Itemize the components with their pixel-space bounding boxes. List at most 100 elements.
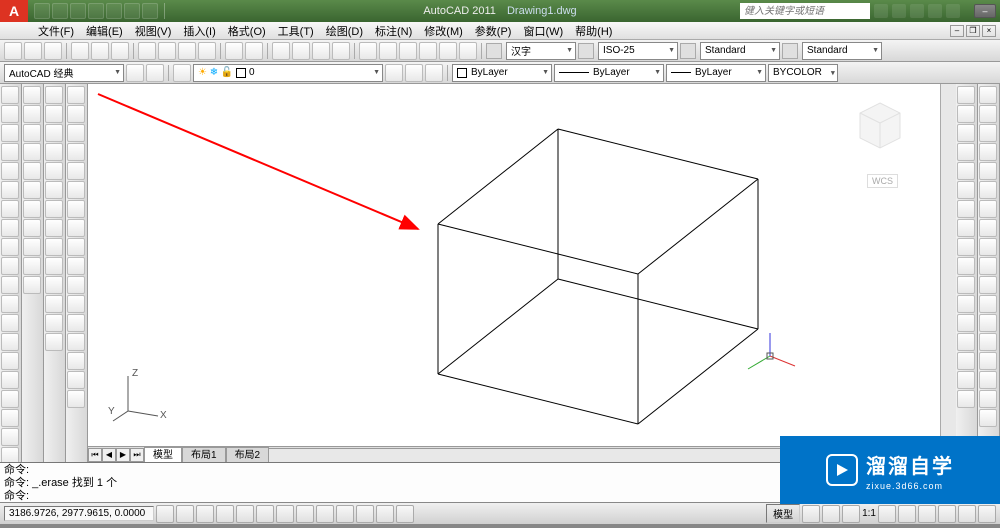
helix-icon[interactable] [67, 219, 85, 237]
vscrollbar[interactable] [940, 84, 956, 462]
stretch-icon[interactable] [957, 238, 975, 256]
presspull-icon[interactable] [67, 276, 85, 294]
explode-icon[interactable] [957, 390, 975, 408]
paste-icon[interactable] [178, 42, 196, 60]
drawing-canvas[interactable]: WCS X Y Z [88, 84, 940, 446]
c10-icon[interactable] [45, 257, 63, 275]
tab-first-icon[interactable]: ⏮ [88, 448, 102, 462]
se14-icon[interactable] [979, 333, 997, 351]
annoscale-icon[interactable] [842, 505, 860, 523]
se15-icon[interactable] [979, 352, 997, 370]
do11-icon[interactable] [23, 276, 41, 294]
undo-icon[interactable] [225, 42, 243, 60]
search-icon[interactable] [874, 4, 888, 18]
point-icon[interactable] [1, 333, 19, 351]
c9-icon[interactable] [45, 238, 63, 256]
se3-icon[interactable] [979, 124, 997, 142]
wedge-icon[interactable] [67, 105, 85, 123]
toolbar-lock-icon[interactable] [918, 505, 936, 523]
do3-icon[interactable] [23, 124, 41, 142]
mdi-close-button[interactable]: × [982, 25, 996, 37]
qat-new-icon[interactable] [34, 3, 50, 19]
do5-icon[interactable] [23, 162, 41, 180]
wcs-label[interactable]: WCS [867, 174, 898, 188]
cylinder-icon[interactable] [67, 162, 85, 180]
clean-screen-icon[interactable] [978, 505, 996, 523]
menu-modify[interactable]: 修改(M) [418, 23, 469, 39]
c8-icon[interactable] [45, 219, 63, 237]
do9-icon[interactable] [23, 238, 41, 256]
text-style-dropdown[interactable]: 汉字 [506, 42, 576, 60]
zoom-previous-icon[interactable] [332, 42, 350, 60]
minimize-button[interactable]: – [974, 4, 996, 18]
se9-icon[interactable] [979, 238, 997, 256]
quickcalc-icon[interactable] [459, 42, 477, 60]
preview-icon[interactable] [91, 42, 109, 60]
zoom-icon[interactable] [292, 42, 310, 60]
tool-palettes-icon[interactable] [399, 42, 417, 60]
tab-prev-icon[interactable]: ◀ [102, 448, 116, 462]
tab-layout1[interactable]: 布局1 [182, 447, 226, 462]
viewcube[interactable] [850, 98, 910, 158]
c13-icon[interactable] [45, 314, 63, 332]
join-icon[interactable] [957, 333, 975, 351]
polygon-icon[interactable] [1, 143, 19, 161]
ducs-toggle[interactable] [296, 505, 314, 523]
menu-dimension[interactable]: 标注(N) [369, 23, 418, 39]
break2-icon[interactable] [957, 314, 975, 332]
subscription-icon[interactable] [892, 4, 906, 18]
arc-icon[interactable] [1, 181, 19, 199]
polar-toggle[interactable] [216, 505, 234, 523]
trim-icon[interactable] [957, 257, 975, 275]
grid-toggle[interactable] [176, 505, 194, 523]
xline-icon[interactable] [1, 105, 19, 123]
array-icon[interactable] [957, 162, 975, 180]
box-icon[interactable] [67, 86, 85, 104]
tab-model[interactable]: 模型 [144, 447, 182, 462]
zoom-window-icon[interactable] [312, 42, 330, 60]
se16-icon[interactable] [979, 371, 997, 389]
c14-icon[interactable] [45, 333, 63, 351]
plotstyle-dropdown[interactable]: BYCOLOR [768, 64, 838, 82]
planar-icon[interactable] [67, 238, 85, 256]
spline-icon[interactable] [1, 238, 19, 256]
scale-icon[interactable] [957, 219, 975, 237]
publish-icon[interactable] [111, 42, 129, 60]
tab-next-icon[interactable]: ▶ [116, 448, 130, 462]
model-space-label[interactable]: 模型 [766, 504, 800, 523]
3dosnap-toggle[interactable] [256, 505, 274, 523]
annovis-icon[interactable] [878, 505, 896, 523]
quickview-drawings-icon[interactable] [822, 505, 840, 523]
polyline-icon[interactable] [1, 124, 19, 142]
menu-window[interactable]: 窗口(W) [517, 23, 569, 39]
c6-icon[interactable] [45, 181, 63, 199]
rotate-icon[interactable] [957, 200, 975, 218]
qat-open-icon[interactable] [52, 3, 68, 19]
annoscale-value[interactable]: 1:1 [862, 508, 876, 519]
qat-redo-icon[interactable] [142, 3, 158, 19]
tablestyle-icon[interactable] [680, 43, 696, 59]
loft-icon[interactable] [67, 333, 85, 351]
hatch-icon[interactable] [1, 352, 19, 370]
copy2-icon[interactable] [957, 105, 975, 123]
ellipse-icon[interactable] [1, 257, 19, 275]
sphere-icon[interactable] [67, 143, 85, 161]
layer-previous-icon[interactable] [385, 64, 403, 82]
copy-icon[interactable] [158, 42, 176, 60]
menu-help[interactable]: 帮助(H) [569, 23, 618, 39]
pyramid-icon[interactable] [67, 200, 85, 218]
do7-icon[interactable] [23, 200, 41, 218]
dyn-toggle[interactable] [316, 505, 334, 523]
intersect-icon[interactable] [67, 390, 85, 408]
menu-file[interactable]: 文件(F) [32, 23, 80, 39]
chamfer-icon[interactable] [957, 352, 975, 370]
menu-tools[interactable]: 工具(T) [272, 23, 320, 39]
pan-icon[interactable] [272, 42, 290, 60]
dimstyle-icon[interactable] [578, 43, 594, 59]
se17-icon[interactable] [979, 390, 997, 408]
se11-icon[interactable] [979, 276, 997, 294]
mdi-minimize-button[interactable]: – [950, 25, 964, 37]
help-icon[interactable] [946, 4, 960, 18]
dim-style-dropdown[interactable]: ISO-25 [598, 42, 678, 60]
cut-icon[interactable] [138, 42, 156, 60]
